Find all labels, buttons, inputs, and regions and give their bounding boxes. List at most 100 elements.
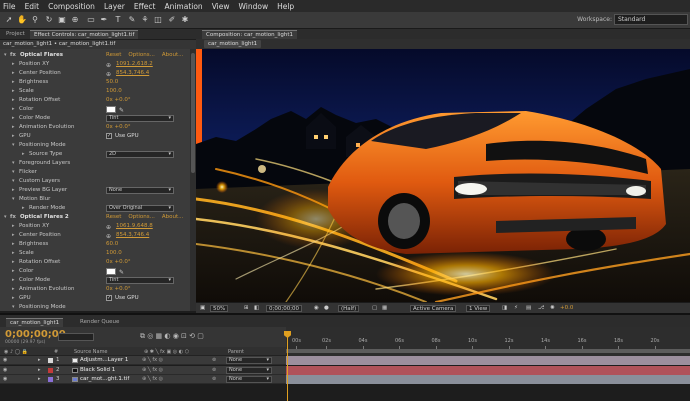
layer-row[interactable]: ◉ ▸ 3 car_mot...ght.1.tif ⊕ ╲ fx ◎ ⊚ None — [0, 375, 286, 384]
point-value[interactable]: 854.3,746.4 — [116, 69, 149, 78]
effect-row-center-position[interactable]: ▸ Center Position ⊕ 854.3,746.4 — [0, 231, 190, 240]
tab-timeline-comp[interactable]: car_motion_light1 — [6, 318, 64, 327]
layer-label-color[interactable] — [48, 367, 53, 373]
pan-behind-icon[interactable]: ⊕ — [70, 15, 80, 25]
expand-arrow-icon[interactable]: ▾ — [4, 51, 7, 60]
collapse-arrow-icon[interactable]: ▸ — [12, 60, 15, 69]
clone-stamp-icon[interactable]: ⚘ — [140, 15, 150, 25]
tab-composition[interactable]: Composition: car_motion_light1 — [202, 30, 298, 39]
collapse-arrow-icon[interactable]: ▸ — [12, 258, 15, 267]
menu-file[interactable]: File — [3, 2, 16, 11]
effect-header-links[interactable]: Reset Options... About... — [106, 51, 190, 60]
view-layout-select[interactable]: 1 View — [466, 305, 491, 312]
numeric-value[interactable]: 100.0 — [106, 87, 122, 96]
timeline-switch-icons[interactable]: ⧉ ◎ ▦ ◐ ◉ ⊡ ⟲ ▢ — [140, 332, 204, 341]
pick-whip-icon[interactable]: ⊚ — [212, 376, 216, 382]
effect-row-brightness[interactable]: ▸ Brightness 50.0 — [0, 78, 190, 87]
numeric-value[interactable]: 0x +0.0° — [106, 285, 131, 294]
current-time-display[interactable]: 0;00;00;00 — [266, 305, 303, 312]
collapse-arrow-icon[interactable]: ▸ — [12, 114, 15, 123]
exposure-value[interactable]: +0.0 — [560, 305, 573, 312]
effect-reset-link[interactable]: Reset — [106, 52, 121, 58]
fx-toggle-icon[interactable]: fx — [10, 51, 16, 60]
fast-preview-icon[interactable]: ⚡ — [514, 305, 518, 312]
parent-header[interactable]: Parent — [228, 349, 244, 355]
numeric-value[interactable]: 100.0 — [106, 249, 122, 258]
effect-about-link[interactable]: About... — [162, 214, 184, 220]
effect-row-color-mode[interactable]: ▸ Color Mode Tint — [0, 276, 190, 285]
collapse-arrow-icon[interactable]: ▸ — [12, 249, 15, 258]
timeline-icon[interactable]: ▤ — [526, 305, 531, 312]
rotate-tool-icon[interactable]: ↻ — [44, 15, 54, 25]
expand-arrow-icon[interactable]: ▾ — [12, 303, 15, 311]
visibility-eye-icon[interactable]: ◉ — [3, 376, 7, 382]
effect-row-optical-flares-2[interactable]: ▾ fx Optical Flares 2 Reset Options... About.… — [0, 213, 190, 222]
grid-icon[interactable]: ⊞ — [244, 305, 249, 312]
effect-row-position-xy[interactable]: ▸ Position XY ⊕ 1061.9,648.8 — [0, 222, 190, 231]
layer-switches[interactable]: ⊕ ╲ fx ◎ — [142, 376, 163, 382]
collapse-arrow-icon[interactable]: ▸ — [12, 105, 15, 114]
gpu-checkbox[interactable]: ✓ — [106, 295, 112, 301]
layer-expand-arrow-icon[interactable]: ▸ — [38, 376, 41, 382]
collapse-arrow-icon[interactable]: ▸ — [12, 69, 15, 78]
layer-name[interactable]: Adjustm...Layer 1 — [80, 357, 128, 363]
effect-row-animation-evolution[interactable]: ▸ Animation Evolution 0x +0.0° — [0, 123, 190, 132]
point-value[interactable]: 854.3,746.4 — [116, 231, 149, 240]
numeric-value[interactable]: 0x +0.0° — [106, 258, 131, 267]
collapse-arrow-icon[interactable]: ▸ — [22, 150, 25, 159]
pen-tool-icon[interactable]: ✒ — [99, 15, 109, 25]
flowchart-icon[interactable]: ⎇ — [538, 305, 544, 312]
dropdown-select[interactable]: Tint — [106, 277, 174, 284]
tab-project[interactable]: Project — [2, 30, 29, 39]
effect-row-custom-layers[interactable]: ▾ Custom Layers — [0, 177, 190, 186]
layer-name[interactable]: Black Solid 1 — [80, 367, 115, 373]
layer-switches[interactable]: ⊕ ╲ fx ◎ — [142, 367, 163, 373]
zoom-select[interactable]: 50% — [210, 305, 229, 312]
effect-row-source-type[interactable]: ▸ Source Type 2D — [0, 150, 190, 159]
camera-select[interactable]: Active Camera — [410, 305, 457, 312]
gpu-checkbox[interactable]: ✓ — [106, 133, 112, 139]
mask-visibility-icon[interactable]: ◧ — [254, 305, 259, 312]
dropdown-select[interactable]: 2D — [106, 151, 174, 158]
effect-row-rotation-offset[interactable]: ▸ Rotation Offset 0x +0.0° — [0, 258, 190, 267]
effect-row-animation-evolution[interactable]: ▸ Animation Evolution 0x +0.0° — [0, 285, 190, 294]
collapse-arrow-icon[interactable]: ▸ — [12, 231, 15, 240]
exposure-icon[interactable]: ✺ — [550, 305, 555, 312]
transparency-grid-icon[interactable]: ▦ — [382, 305, 387, 312]
current-time-indicator[interactable] — [287, 331, 288, 401]
collapse-arrow-icon[interactable]: ▸ — [12, 186, 15, 195]
channel-icon[interactable]: ● — [324, 305, 329, 312]
collapse-arrow-icon[interactable]: ▸ — [12, 294, 15, 303]
menu-effect[interactable]: Effect — [134, 2, 156, 11]
brush-tool-icon[interactable]: ✎ — [127, 15, 137, 25]
collapse-arrow-icon[interactable]: ▸ — [12, 78, 15, 87]
mask-tool-icon[interactable]: ▭ — [86, 15, 96, 25]
pick-whip-icon[interactable]: ⊚ — [212, 367, 216, 373]
roto-brush-icon[interactable]: ✐ — [167, 15, 177, 25]
layer-duration-bar[interactable] — [286, 365, 690, 375]
collapse-arrow-icon[interactable]: ▸ — [12, 285, 15, 294]
collapse-arrow-icon[interactable]: ▸ — [12, 222, 15, 231]
composition-viewer[interactable] — [196, 49, 690, 302]
expand-arrow-icon[interactable]: ▾ — [12, 177, 15, 186]
visibility-eye-icon[interactable]: ◉ — [3, 357, 7, 363]
effect-row-position-xy[interactable]: ▸ Position XY ⊕ 1091.2,618.2 — [0, 60, 190, 69]
dropdown-select[interactable]: Tint — [106, 115, 174, 122]
expand-arrow-icon[interactable]: ▾ — [12, 168, 15, 177]
menu-animation[interactable]: Animation — [164, 2, 202, 11]
work-area-bar[interactable] — [286, 349, 690, 353]
camera-tool-icon[interactable]: ▣ — [57, 15, 67, 25]
numeric-value[interactable]: 0x +0.0° — [106, 96, 131, 105]
source-name-header[interactable]: Source Name — [74, 349, 108, 355]
puppet-pin-icon[interactable]: ✱ — [180, 15, 190, 25]
region-of-interest-icon[interactable]: ▢ — [372, 305, 377, 312]
resolution-select[interactable]: (Half) — [338, 305, 360, 312]
menu-composition[interactable]: Composition — [48, 2, 95, 11]
layer-duration-bar[interactable] — [286, 356, 690, 365]
effect-row-render-mode[interactable]: ▸ Render Mode Over Original — [0, 204, 190, 213]
collapse-arrow-icon[interactable]: ▸ — [12, 87, 15, 96]
hand-tool-icon[interactable]: ✋ — [17, 15, 27, 25]
tab-render-queue[interactable]: Render Queue — [76, 318, 123, 327]
layer-expand-arrow-icon[interactable]: ▸ — [38, 367, 41, 373]
effect-row-color[interactable]: ▸ Color ✎ — [0, 105, 190, 114]
